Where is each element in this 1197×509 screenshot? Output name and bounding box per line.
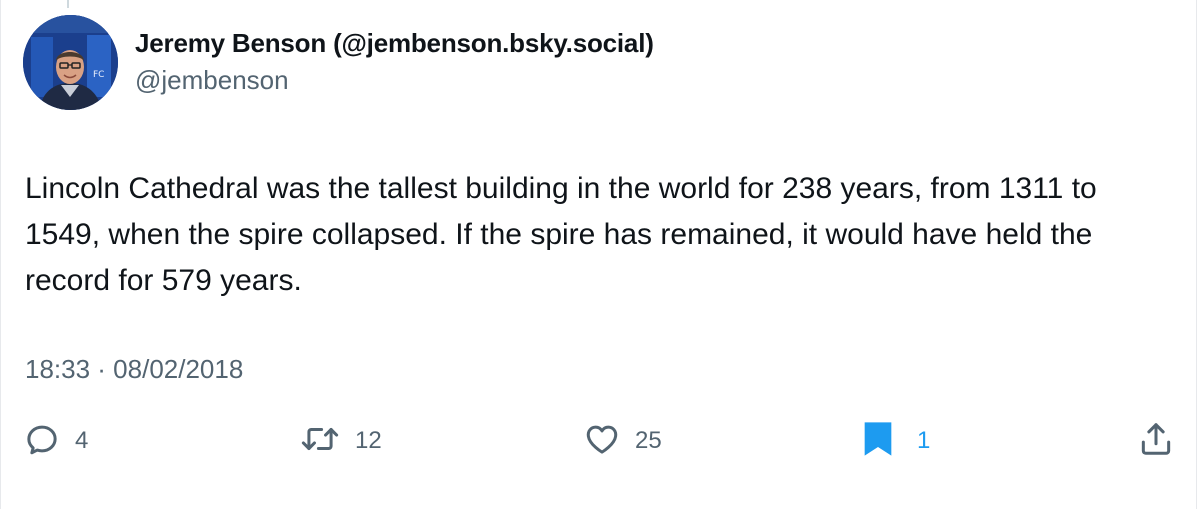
like-button[interactable]: 25 bbox=[583, 418, 662, 464]
bookmark-button[interactable]: 1 bbox=[861, 418, 930, 464]
tweet-timestamp[interactable]: 18:33 · 08/02/2018 bbox=[25, 354, 243, 385]
avatar[interactable]: FC bbox=[23, 15, 118, 110]
share-button[interactable] bbox=[1137, 418, 1175, 464]
action-bar: 4 12 25 1 bbox=[1, 418, 1197, 468]
tweet-text: Lincoln Cathedral was the tallest buildi… bbox=[25, 172, 1097, 297]
avatar-photo: FC bbox=[23, 15, 118, 110]
like-count: 25 bbox=[635, 427, 662, 454]
heart-icon bbox=[583, 420, 621, 463]
tweet-card: FC Jeremy Benson (@jembenson.bsky.social… bbox=[0, 0, 1197, 509]
svg-text:FC: FC bbox=[93, 70, 104, 80]
bookmark-icon bbox=[861, 419, 895, 464]
bookmark-count: 1 bbox=[917, 427, 931, 454]
share-icon bbox=[1137, 419, 1175, 464]
author-handle[interactable]: @jembenson bbox=[135, 65, 289, 96]
retweet-icon bbox=[299, 420, 341, 463]
thread-connector-line bbox=[67, 0, 69, 8]
reply-icon bbox=[23, 420, 61, 463]
reply-count: 4 bbox=[75, 427, 89, 454]
reply-button[interactable]: 4 bbox=[23, 418, 88, 464]
retweet-button[interactable]: 12 bbox=[299, 418, 382, 464]
author-name[interactable]: Jeremy Benson (@jembenson.bsky.social) bbox=[135, 28, 654, 59]
retweet-count: 12 bbox=[355, 427, 382, 454]
